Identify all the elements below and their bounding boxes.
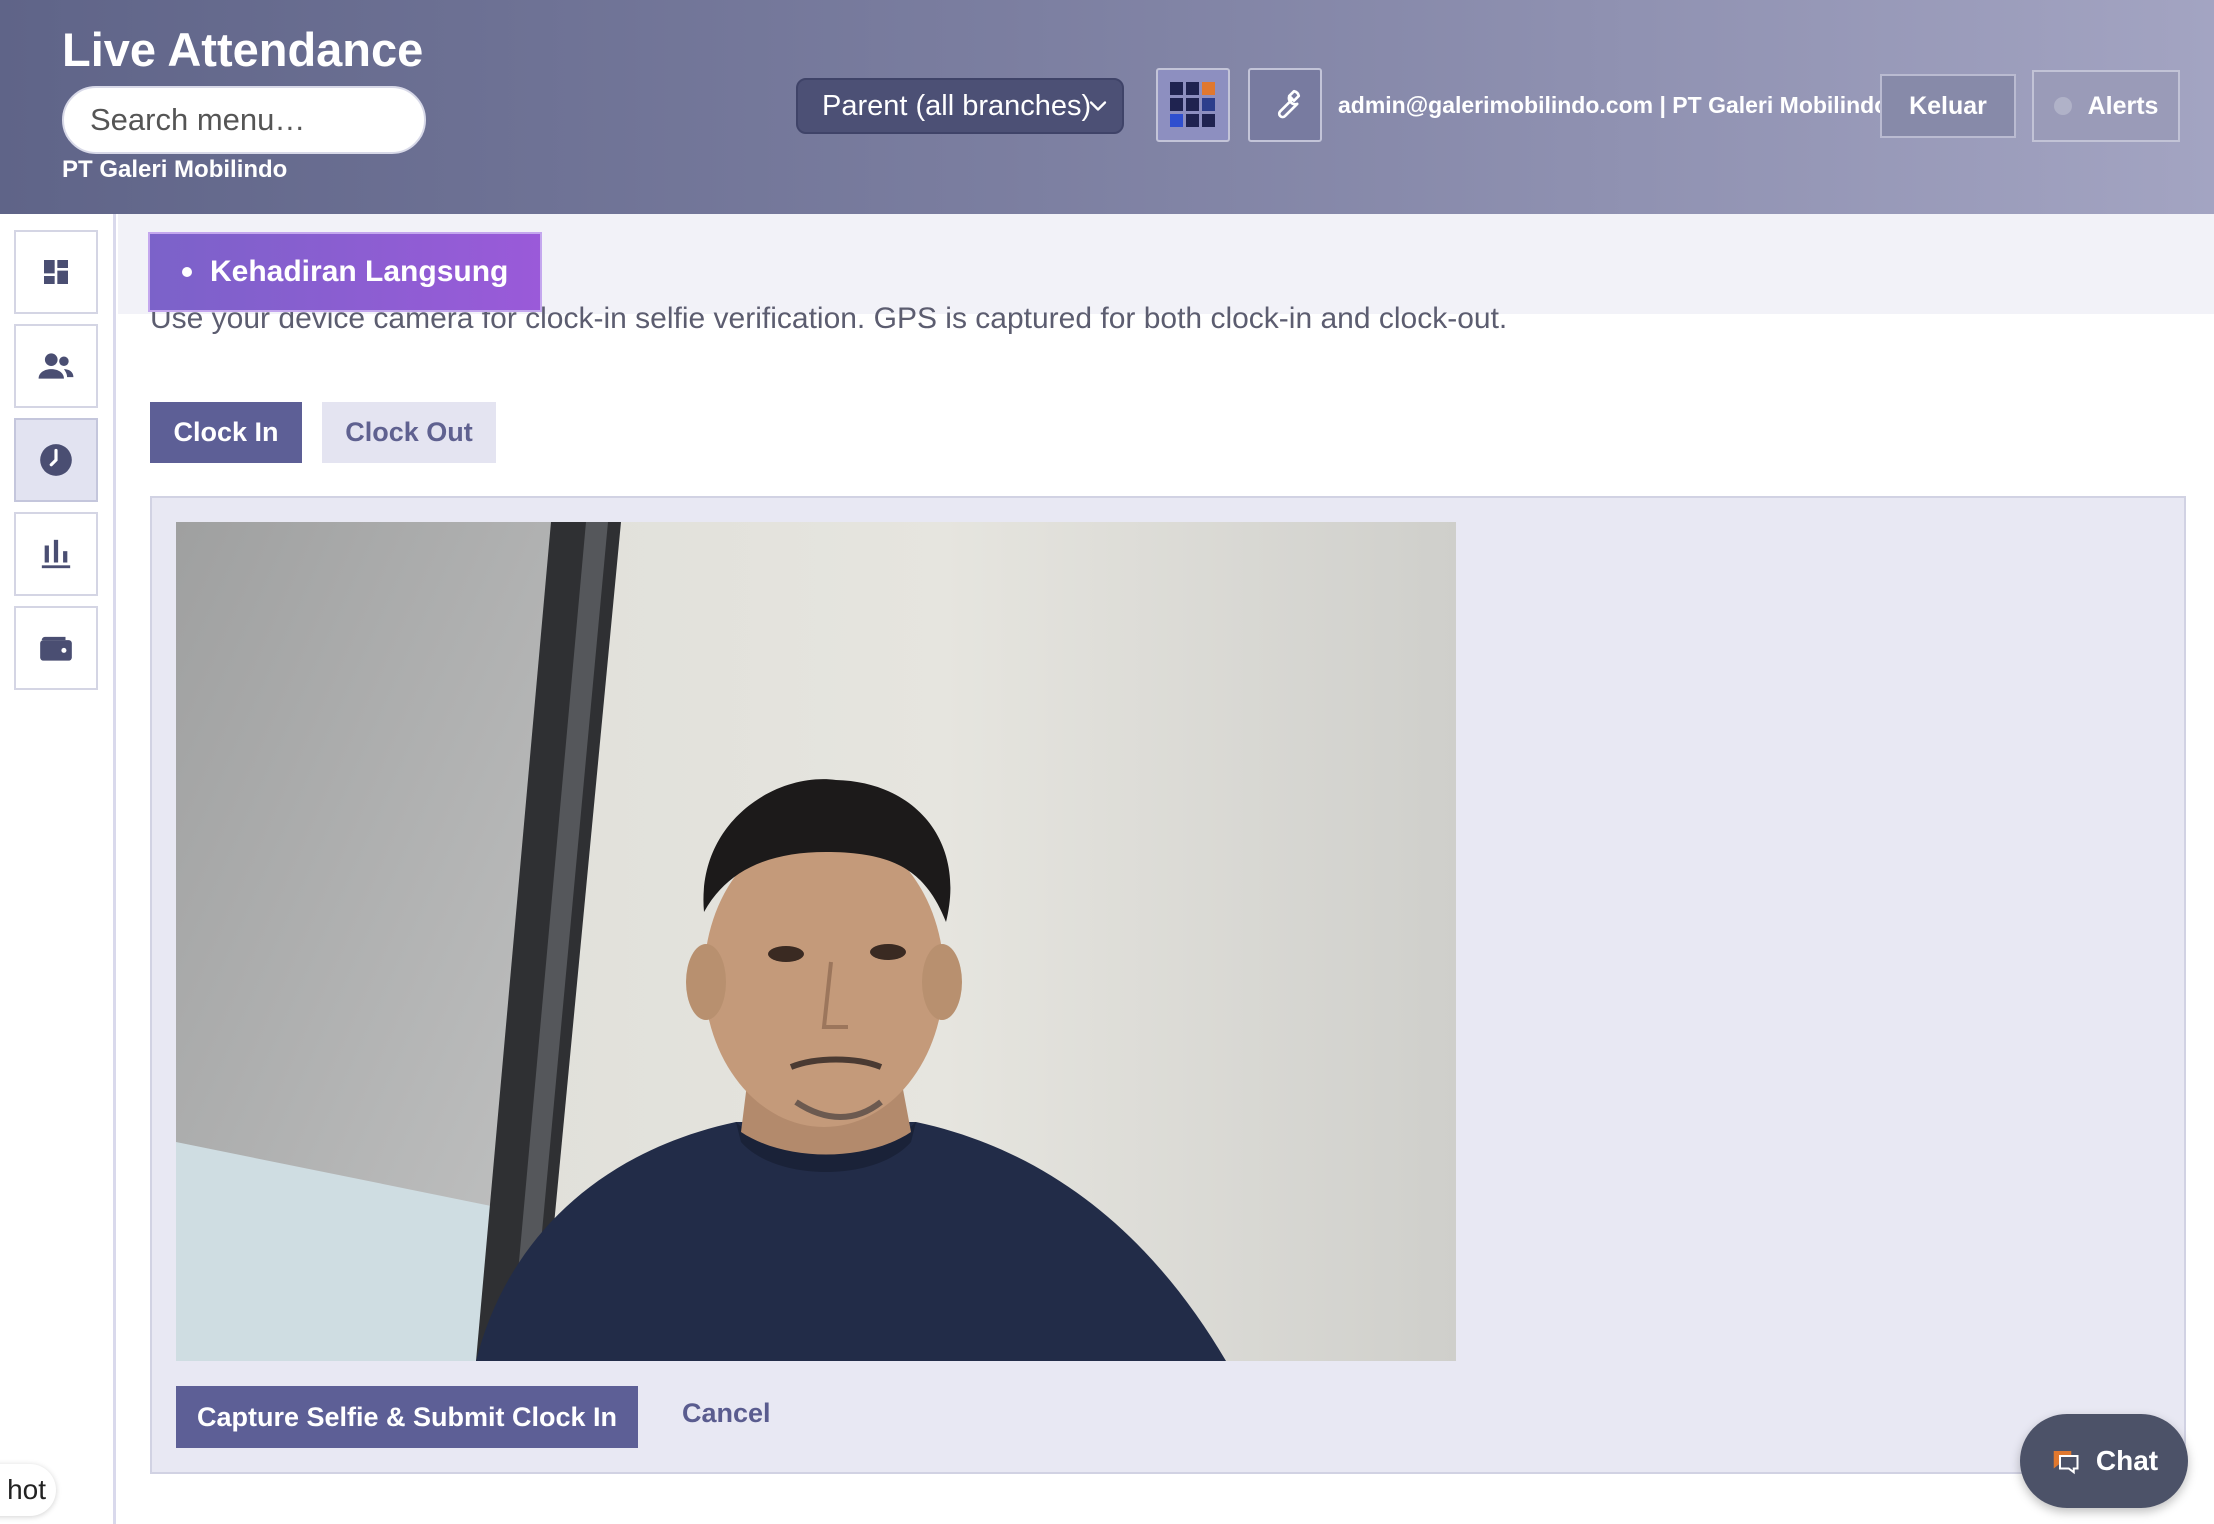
search-input[interactable] — [62, 86, 426, 154]
sidebar-item-reports[interactable] — [14, 512, 98, 596]
chat-button[interactable]: Chat — [2020, 1414, 2188, 1508]
branch-select-value: Parent (all branches) — [822, 89, 1092, 122]
branch-select[interactable]: Parent (all branches) — [796, 78, 1124, 134]
people-icon — [38, 353, 74, 379]
sidebar-item-attendance[interactable] — [14, 418, 98, 502]
clock-in-button[interactable]: Clock In — [150, 402, 302, 463]
user-account-label: admin@galerimobilindo.com | PT Galeri Mo… — [1338, 92, 1889, 118]
alert-status-dot-icon — [2053, 97, 2072, 115]
sidebar — [0, 214, 116, 1524]
apps-button[interactable] — [1156, 68, 1230, 142]
edge-pill-label: hot — [7, 1474, 46, 1505]
tools-button[interactable] — [1248, 68, 1322, 142]
edge-floating-pill[interactable]: hot — [0, 1464, 56, 1516]
chat-label: Chat — [2095, 1445, 2159, 1476]
clock-out-button[interactable]: Clock Out — [322, 402, 496, 463]
camera-preview — [176, 522, 1456, 1361]
chat-icon — [2053, 1451, 2079, 1475]
cancel-link[interactable]: Cancel — [682, 1398, 771, 1429]
sidebar-item-dashboard[interactable] — [14, 230, 98, 314]
alerts-label: Alerts — [2087, 91, 2159, 120]
clock-icon — [40, 444, 72, 476]
tab-label: Kehadiran Langsung — [210, 255, 509, 288]
logout-button[interactable]: Keluar — [1880, 74, 2016, 138]
tab-live-attendance[interactable]: Kehadiran Langsung — [148, 232, 542, 312]
dashboard-icon — [44, 260, 68, 284]
page-title: Live Attendance — [62, 23, 424, 76]
chevron-down-icon — [1089, 101, 1107, 111]
bar-chart-icon — [41, 539, 71, 569]
company-label: PT Galeri Mobilindo — [62, 156, 288, 183]
wallet-icon — [40, 636, 72, 661]
camera-feed-image — [176, 522, 1456, 1361]
alerts-button[interactable]: Alerts — [2032, 70, 2180, 142]
sidebar-item-employees[interactable] — [14, 324, 98, 408]
sidebar-item-payroll[interactable] — [14, 606, 98, 690]
grid-apps-icon — [1170, 82, 1215, 127]
bullet-icon — [182, 267, 192, 277]
top-header: Live Attendance PT Galeri Mobilindo Pare… — [0, 0, 2214, 214]
capture-selfie-button[interactable]: Capture Selfie & Submit Clock In — [176, 1386, 638, 1448]
wrench-icon — [1277, 89, 1301, 119]
